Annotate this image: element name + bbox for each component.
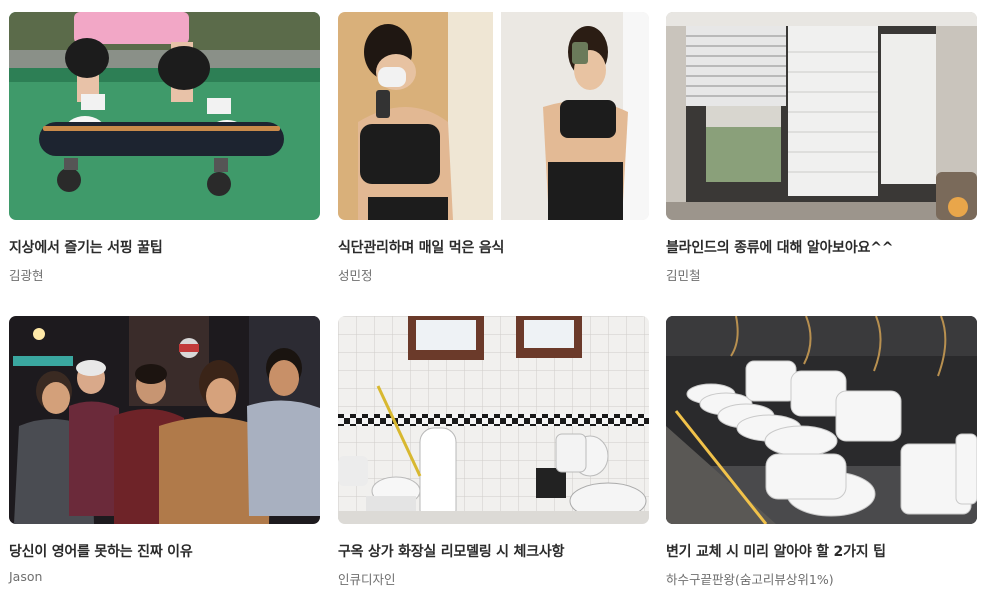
card-author: Jason — [9, 569, 43, 584]
content-card-grid: 지상에서 즐기는 서핑 꿀팁 김광현 식단관리하며 매일 먹은 음식 성민정 블… — [0, 0, 985, 596]
card-title[interactable]: 변기 교체 시 미리 알아야 할 2가지 팁 — [666, 541, 886, 561]
card-title[interactable]: 당신이 영어를 못하는 진짜 이유 — [9, 541, 193, 561]
card-author: 김민철 — [666, 268, 701, 283]
content-card[interactable]: 변기 교체 시 미리 알아야 할 2가지 팁 하수구끝판왕(숨고리뷰상위1%) — [666, 316, 977, 587]
content-card[interactable]: 식단관리하며 매일 먹은 음식 성민정 — [338, 12, 649, 283]
card-title[interactable]: 식단관리하며 매일 먹은 음식 — [338, 237, 504, 257]
card-author: 인큐디자인 — [338, 572, 396, 587]
card-thumbnail[interactable] — [338, 12, 649, 220]
card-author: 하수구끝판왕(숨고리뷰상위1%) — [666, 572, 834, 587]
content-card[interactable]: 당신이 영어를 못하는 진짜 이유 Jason — [9, 316, 320, 584]
content-card[interactable]: 블라인드의 종류에 대해 알아보아요^^ 김민철 — [666, 12, 977, 283]
card-thumbnail[interactable] — [666, 316, 977, 524]
card-author: 성민정 — [338, 268, 373, 283]
card-thumbnail[interactable] — [9, 12, 320, 220]
card-author: 김광현 — [9, 268, 44, 283]
content-card[interactable]: 지상에서 즐기는 서핑 꿀팁 김광현 — [9, 12, 320, 283]
card-title[interactable]: 지상에서 즐기는 서핑 꿀팁 — [9, 237, 163, 257]
card-title[interactable]: 구옥 상가 화장실 리모델링 시 체크사항 — [338, 541, 564, 561]
card-thumbnail[interactable] — [9, 316, 320, 524]
card-thumbnail[interactable] — [666, 12, 977, 220]
card-title[interactable]: 블라인드의 종류에 대해 알아보아요^^ — [666, 237, 893, 257]
card-thumbnail[interactable] — [338, 316, 649, 524]
content-card[interactable]: 구옥 상가 화장실 리모델링 시 체크사항 인큐디자인 — [338, 316, 649, 587]
